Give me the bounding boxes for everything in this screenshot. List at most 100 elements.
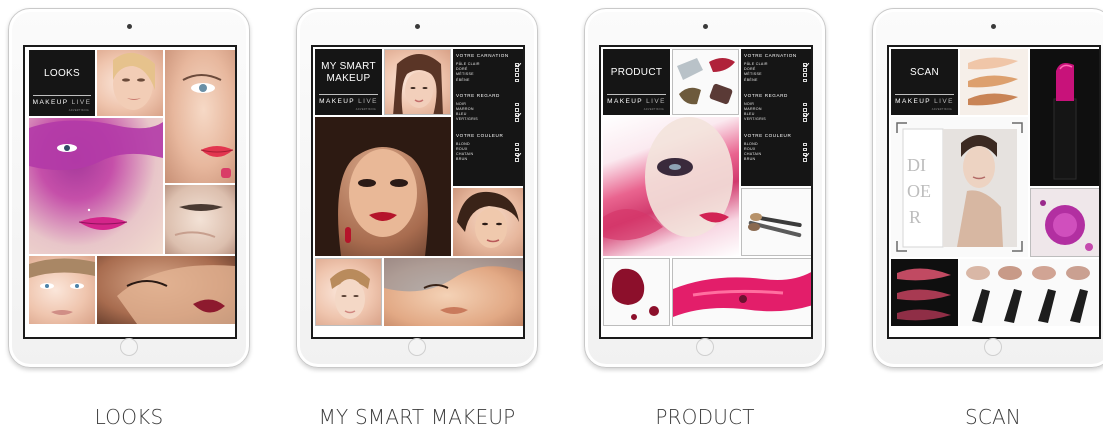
face-illustration	[330, 269, 370, 319]
checkbox-empty-icon[interactable]	[515, 73, 519, 77]
answer-option[interactable]: BRUN	[744, 157, 809, 162]
checkbox-empty-icon[interactable]	[803, 102, 807, 107]
face-illustration	[29, 120, 163, 230]
scan-viewfinder[interactable]: DI OE R	[891, 117, 1028, 257]
camera-icon	[990, 24, 996, 29]
photo-blonde-face[interactable]	[97, 50, 163, 116]
answer-option[interactable]: VERT/GRIS	[456, 117, 521, 122]
divider	[319, 94, 378, 95]
logo-tile[interactable]: LOOKS MAKEUP LIVE ADVERTISING	[29, 50, 95, 116]
answer-label: BRUN	[456, 157, 468, 162]
photo-brunette-portrait[interactable]	[384, 49, 451, 115]
answer-label: MÉTISSE	[456, 72, 474, 77]
answer-label: ÉBÈNE	[744, 77, 758, 82]
checkbox-checked-icon[interactable]	[803, 113, 807, 117]
face-illustration	[113, 52, 155, 110]
mode-title: MY SMART MAKEUP	[321, 61, 376, 84]
photo-blush-crumbles[interactable]	[891, 259, 958, 326]
checkbox-empty-icon[interactable]	[515, 142, 519, 147]
home-button-icon[interactable]	[696, 338, 714, 356]
answer-label: DORÉ	[456, 67, 468, 72]
screen-looks[interactable]: LOOKS MAKEUP LIVE ADVERTISING	[23, 45, 237, 339]
photo-lipstick-smear[interactable]	[672, 258, 811, 326]
photo-eyelash[interactable]	[165, 185, 235, 254]
photo-fuchsia-lipstick[interactable]	[1030, 49, 1099, 186]
photo-red-lips-closeup[interactable]	[165, 50, 235, 183]
checkbox-empty-icon[interactable]	[803, 73, 807, 77]
photo-curly-hair-model[interactable]	[453, 188, 523, 256]
photo-smoky-eye-model[interactable]	[315, 117, 451, 256]
checkbox-empty-icon[interactable]	[515, 118, 519, 122]
photo-bun-hair-model[interactable]	[315, 258, 382, 326]
photo-nail-polish-drop[interactable]	[603, 258, 670, 326]
question-title: VOTRE CARNATION	[456, 53, 509, 58]
questionnaire-panel[interactable]: VOTRE CARNATION PÂLE CLAIR DORÉ MÉTISSE ÉBÈN…	[453, 49, 523, 186]
logo-tile[interactable]: PRODUCT MAKEUP LIVE ADVERTISING	[603, 49, 670, 115]
brand-logo: MAKEUP LIVE	[32, 99, 92, 106]
products-illustration	[897, 268, 951, 321]
answer-label: CHATAIN	[744, 151, 762, 156]
photo-smudged-makeup-face[interactable]	[603, 117, 739, 256]
face-illustration	[117, 265, 235, 324]
photo-dark-lips-profile[interactable]	[97, 256, 235, 324]
questionnaire-panel[interactable]: VOTRE CARNATION PÂLE CLAIR DORÉ MÉTISSE ÉBÈN…	[741, 49, 811, 186]
products-illustration	[677, 58, 735, 105]
products-illustration	[966, 266, 1090, 323]
screen-scan[interactable]: SCAN MAKEUP LIVE ADVERTISING DI OE R	[887, 45, 1101, 339]
answer-label: MARRON	[744, 106, 762, 111]
scan-frame-illustration: DI OE R	[896, 122, 1023, 252]
face-illustration	[315, 117, 451, 256]
checkbox-checked-icon[interactable]	[803, 152, 807, 157]
divider	[607, 94, 666, 95]
checkbox-empty-icon[interactable]	[803, 118, 807, 122]
photo-brushes-powders[interactable]	[960, 259, 1099, 326]
tablet-product: PRODUCT MAKEUP LIVE ADVERTISING VOTRE CA…	[584, 8, 826, 368]
home-button-icon[interactable]	[408, 338, 426, 356]
question-title: VOTRE COULEUR	[456, 132, 504, 138]
photo-purple-paint-face[interactable]	[29, 118, 163, 254]
checkbox-checked-icon[interactable]	[515, 63, 519, 67]
checkbox-checked-icon[interactable]	[803, 63, 807, 67]
answer-option[interactable]: VERT/GRIS	[744, 117, 809, 122]
checkbox-empty-icon[interactable]	[803, 68, 807, 72]
caption-my-smart-makeup: MY SMART MAKEUP	[318, 405, 516, 429]
face-illustration	[182, 74, 234, 178]
logo-tile[interactable]: MY SMART MAKEUP MAKEUP LIVE ADVERTISING	[315, 49, 382, 115]
answer-label: PÂLE CLAIR	[456, 62, 480, 66]
answer-option[interactable]: ÉBÈNE	[456, 78, 521, 83]
checkbox-empty-icon[interactable]	[515, 78, 519, 83]
mode-title: LOOKS	[44, 68, 80, 79]
mode-title: PRODUCT	[610, 67, 663, 78]
photo-foundation-swatches[interactable]	[960, 49, 1028, 115]
answer-option[interactable]: BRUN	[456, 157, 521, 162]
caption-looks: LOOKS	[94, 405, 164, 429]
photo-cosmetic-swatches[interactable]	[672, 49, 739, 115]
answer-option[interactable]: ÉBÈNE	[744, 78, 809, 83]
products-illustration	[611, 268, 659, 320]
svg-text:R: R	[909, 207, 921, 227]
caption-product: PRODUCT	[655, 405, 755, 429]
checkbox-empty-icon[interactable]	[515, 158, 519, 162]
checkbox-empty-icon[interactable]	[515, 68, 519, 72]
photo-purple-powder[interactable]	[1030, 188, 1099, 257]
screen-my-smart-makeup[interactable]: MY SMART MAKEUP MAKEUP LIVE ADVERTISING …	[311, 45, 525, 339]
photo-blue-eyes[interactable]	[29, 256, 95, 324]
divider	[33, 95, 91, 96]
answer-label: NOIR	[744, 101, 755, 106]
tablet-looks: LOOKS MAKEUP LIVE ADVERTISING	[8, 8, 250, 368]
checkbox-empty-icon[interactable]	[803, 142, 807, 147]
checkbox-empty-icon[interactable]	[803, 78, 807, 83]
checkbox-empty-icon[interactable]	[515, 102, 519, 107]
screen-product[interactable]: PRODUCT MAKEUP LIVE ADVERTISING VOTRE CA…	[599, 45, 813, 339]
checkbox-checked-icon[interactable]	[515, 113, 519, 117]
answer-label: BRUN	[744, 157, 756, 162]
checkbox-checked-icon[interactable]	[515, 152, 519, 157]
photo-bronze-glow-model[interactable]	[384, 258, 523, 326]
photo-makeup-brushes[interactable]	[741, 188, 811, 256]
face-illustration	[174, 204, 223, 238]
logo-tile[interactable]: SCAN MAKEUP LIVE ADVERTISING	[891, 49, 958, 115]
home-button-icon[interactable]	[120, 338, 138, 356]
home-button-icon[interactable]	[984, 338, 1002, 356]
checkbox-empty-icon[interactable]	[803, 158, 807, 162]
answer-label: CHATAIN	[456, 151, 474, 156]
